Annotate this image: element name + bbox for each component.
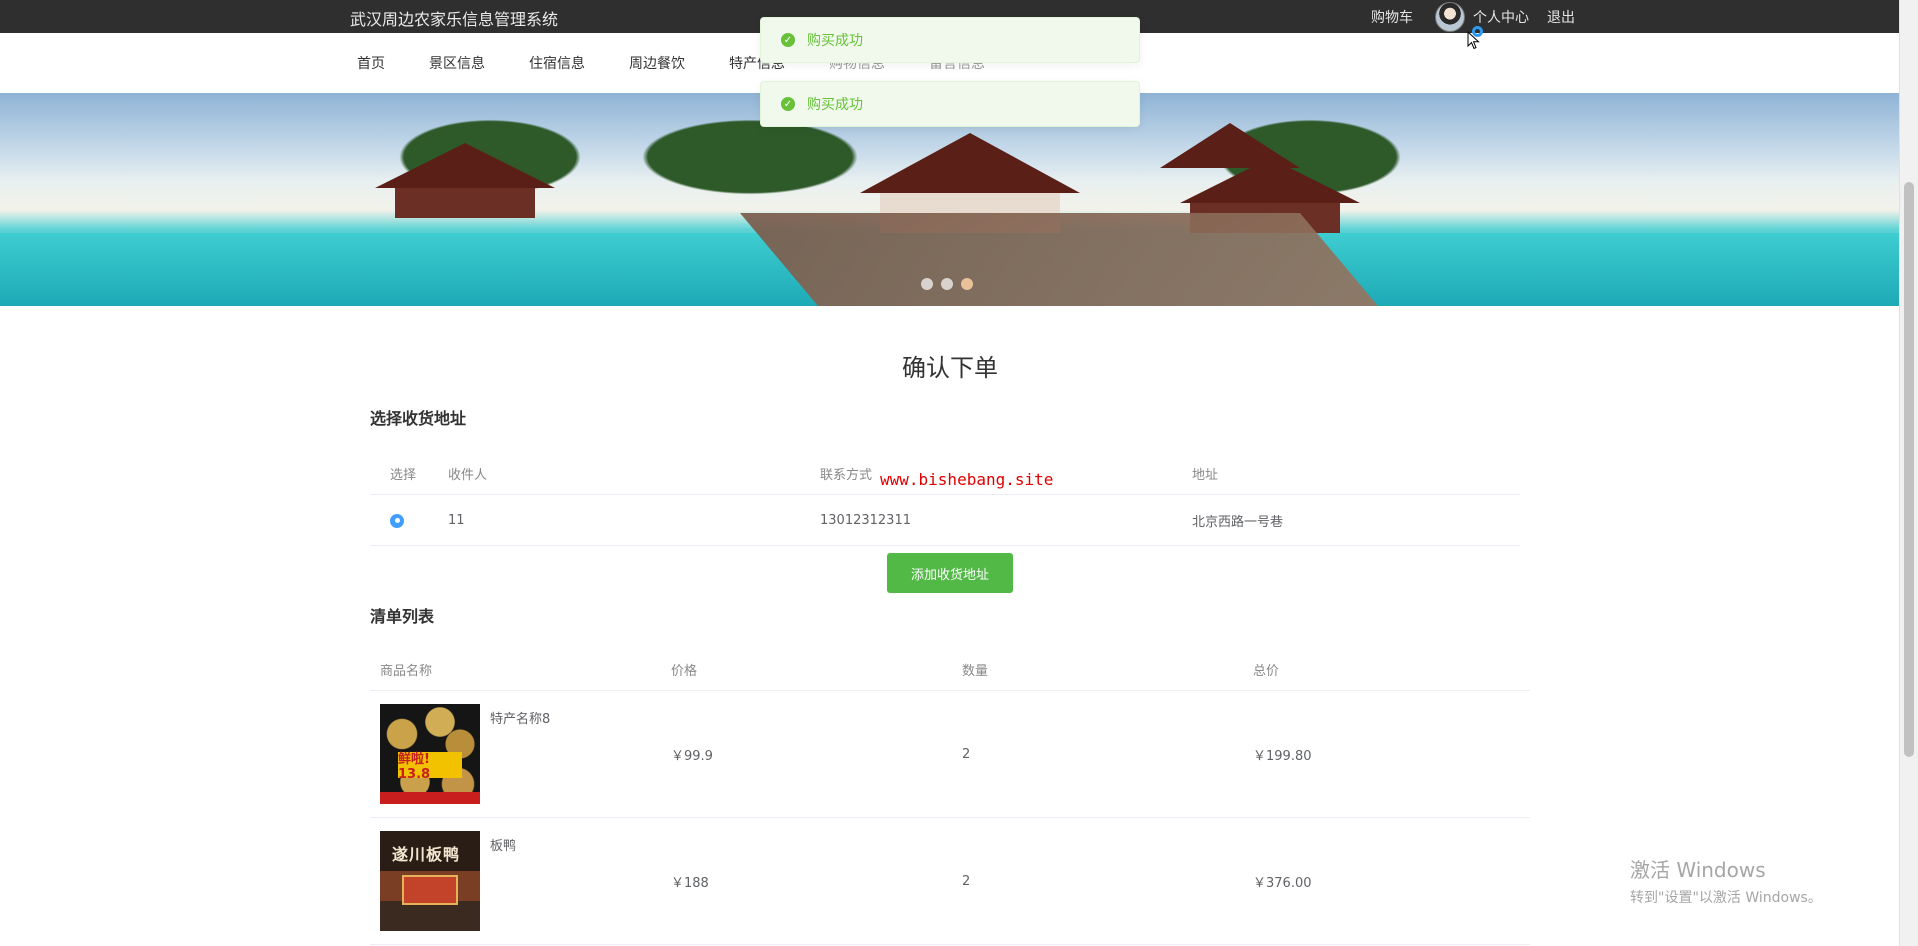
success-check-icon: ✓ [781,33,795,47]
nav-item-home[interactable]: 首页 [357,53,385,73]
success-check-icon: ✓ [781,97,795,111]
product-image[interactable]: 鲜啦! 13.8 [380,704,480,804]
page-scrollbar[interactable] [1899,0,1918,946]
col-qty: 数量 [952,648,1243,691]
carousel-dot-2[interactable] [941,278,953,290]
success-toast: ✓ 购买成功 [760,81,1140,127]
product-total: ￥199.80 [1243,690,1530,818]
recipient-address: 北京西路一号巷 [1191,494,1520,546]
carousel-dot-3[interactable] [961,278,973,290]
add-address-button[interactable]: 添加收货地址 [887,553,1013,593]
nav-item-lodging[interactable]: 住宿信息 [529,53,585,73]
product-qty: 2 [952,690,1243,818]
nav-item-scenic[interactable]: 景区信息 [429,53,485,73]
product-cell: 鲜啦! 13.8 特产名称8 [380,704,660,804]
page-title: 确认下单 [902,354,998,382]
product-total: ￥376.00 [1243,817,1530,945]
toast-text: 购买成功 [807,97,863,113]
table-row[interactable]: 鲜啦! 13.8 特产名称8 ￥99.9 2 ￥199.80 [370,690,1530,818]
top-links: 购物车 个人中心 退出 [1349,0,1575,33]
table-row[interactable]: 11 13012312311 北京西路一号巷 [370,494,1520,546]
order-table: 商品名称 价格 数量 总价 鲜啦! 13.8 特产名称8 ￥99.9 2 ￥19… [370,648,1530,945]
col-select: 选择 [370,452,447,495]
cursor-arrow-icon [1467,31,1480,50]
windows-activation-notice: 激活 Windows 转到"设置"以激活 Windows。 [1630,854,1822,907]
product-image-text: 鲜啦! 13.8 [398,752,462,782]
col-total: 总价 [1243,648,1530,691]
col-address: 地址 [1191,452,1520,495]
success-toast: ✓ 购买成功 [760,17,1140,63]
product-image-text: 遂川板鸭 [392,845,461,864]
product-name: 板鸭 [490,839,517,854]
product-cell: 遂川板鸭 板鸭 [380,831,660,931]
address-section-title: 选择收货地址 [370,409,467,428]
product-name: 特产名称8 [490,712,551,727]
cart-link[interactable]: 购物车 [1371,7,1413,27]
col-product: 商品名称 [370,648,661,691]
scrollbar-thumb[interactable] [1904,182,1914,757]
address-table: 选择 收件人 联系方式 地址 11 13012312311 北京西路一号巷 [370,452,1520,546]
watermark: www.bishebang.site [880,470,1054,489]
product-price: ￥188 [661,817,952,945]
recipient-phone: 13012312311 [819,494,1191,546]
activation-subtitle: 转到"设置"以激活 Windows。 [1630,890,1822,906]
table-header-row: 商品名称 价格 数量 总价 [370,648,1530,691]
site-title[interactable]: 武汉周边农家乐信息管理系统 [350,6,558,30]
address-radio[interactable] [390,513,404,528]
profile-link[interactable]: 个人中心 [1473,7,1529,27]
order-section-title: 清单列表 [370,607,435,626]
logout-link[interactable]: 退出 [1547,7,1575,27]
activation-title: 激活 Windows [1630,858,1766,882]
nav-item-dining[interactable]: 周边餐饮 [629,53,685,73]
carousel-dot-1[interactable] [921,278,933,290]
table-row[interactable]: 遂川板鸭 板鸭 ￥188 2 ￥376.00 [370,817,1530,945]
toast-text: 购买成功 [807,33,863,49]
product-price: ￥99.9 [661,690,952,818]
recipient-name: 11 [447,494,819,546]
carousel-indicators [921,278,981,290]
col-recipient: 收件人 [447,452,819,495]
col-price: 价格 [661,648,952,691]
product-qty: 2 [952,817,1243,945]
product-image[interactable]: 遂川板鸭 [380,831,480,931]
avatar[interactable] [1435,1,1465,32]
